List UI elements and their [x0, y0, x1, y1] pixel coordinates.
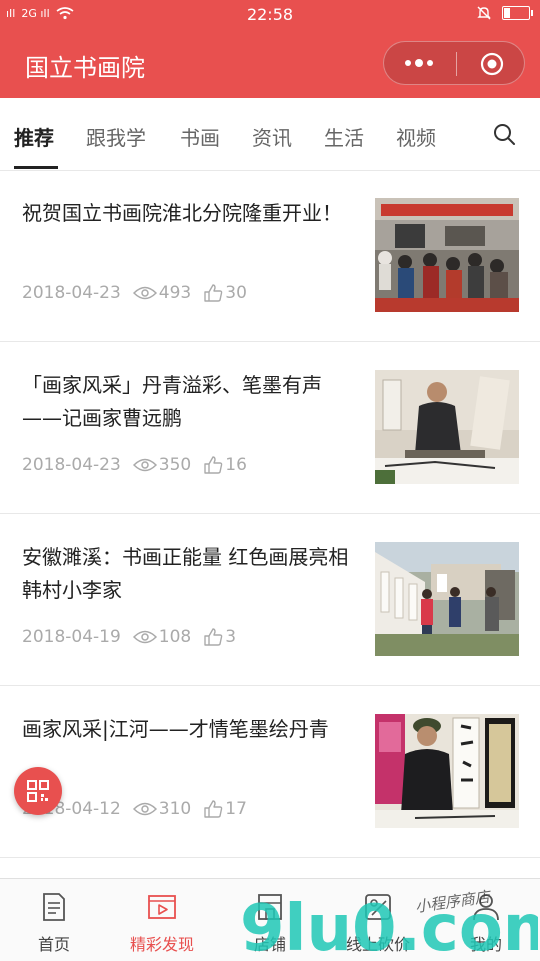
- tab-recommend[interactable]: 推荐: [14, 122, 54, 151]
- article-meta: 2018-04-19 108 3: [22, 627, 236, 647]
- eye-icon: [132, 802, 157, 816]
- like-count: 30: [225, 283, 247, 303]
- thumbs-up-icon: [204, 628, 223, 646]
- status-right: [476, 5, 533, 21]
- eye-icon: [132, 286, 157, 300]
- article-title: 祝贺国立书画院淮北分院隆重开业！: [22, 201, 342, 225]
- article-thumbnail: [375, 370, 519, 484]
- article-title: 「画家风采」丹青溢彩、笔墨有声——记画家曹远鹏: [22, 373, 322, 430]
- view-count: 310: [158, 799, 192, 819]
- battery-icon: [502, 6, 533, 20]
- status-time: 22:58: [246, 5, 294, 24]
- category-tabs: 推荐 跟我学 书画 资讯 生活 视频: [0, 98, 540, 171]
- tab-calligraphy-painting[interactable]: 书画: [180, 122, 220, 151]
- article-title: 画家风采|江河——才情笔墨绘丹青: [22, 717, 329, 741]
- article-item[interactable]: 安徽濉溪：书画正能量 红色画展亮相韩村小李家 2018-04-19 108 3: [0, 515, 540, 686]
- tab-video[interactable]: 视频: [396, 122, 436, 151]
- article-thumbnail: [375, 714, 519, 828]
- target-circle-icon[interactable]: [480, 52, 504, 76]
- mini-program-capsule: [383, 41, 525, 85]
- article-meta: 2018-04-23 493 30: [22, 283, 247, 303]
- status-bar: ıIl 2G ıIl 22:58: [0, 0, 540, 30]
- app-title: 国立书画院: [25, 54, 145, 82]
- article-thumbnail: [375, 198, 519, 312]
- like-count: 3: [225, 627, 237, 647]
- eye-icon: [132, 458, 157, 472]
- site-watermark-logo: 9lu0.com 小程序商店: [240, 887, 538, 960]
- thumbs-up-icon: [204, 456, 223, 474]
- thumbs-up-icon: [204, 800, 223, 818]
- nav-label: 首页: [37, 935, 70, 954]
- like-count: 17: [225, 799, 247, 819]
- app-header: ıIl 2G ıIl 22:58 国立书画院: [0, 0, 540, 98]
- search-icon[interactable]: [492, 122, 516, 146]
- article-date: 2018-04-23: [22, 455, 121, 475]
- video-icon: [148, 895, 176, 919]
- tab-life[interactable]: 生活: [324, 122, 364, 151]
- tab-news[interactable]: 资讯: [252, 122, 292, 151]
- view-count: 493: [158, 283, 192, 303]
- qr-code-button[interactable]: [14, 767, 62, 815]
- view-count: 108: [158, 627, 192, 647]
- article-date: 2018-04-19: [22, 627, 121, 647]
- article-thumbnail: [375, 542, 519, 656]
- mute-bell-icon: [477, 6, 491, 20]
- article-title: 安徽濉溪：书画正能量 红色画展亮相韩村小李家: [22, 545, 349, 602]
- eye-icon: [132, 630, 157, 644]
- tab-learn-with-me[interactable]: 跟我学: [86, 122, 146, 151]
- article-date: 2018-04-23: [22, 283, 121, 303]
- article-item[interactable]: 画家风采|江河——才情笔墨绘丹青 2018-04-12 310 17: [0, 687, 540, 858]
- nav-home[interactable]: 首页: [0, 879, 108, 961]
- qr-code-icon: [27, 780, 49, 802]
- document-icon: [43, 893, 65, 921]
- article-item[interactable]: 祝贺国立书画院淮北分院隆重开业！ 2018-04-23 493 30: [0, 171, 540, 342]
- more-dots-icon[interactable]: [402, 56, 436, 70]
- nav-discover[interactable]: 精彩发现: [108, 879, 216, 961]
- view-count: 350: [158, 455, 192, 475]
- like-count: 16: [225, 455, 247, 475]
- nav-label: 精彩发现: [129, 935, 194, 954]
- watermark-logo-text: 9lu0.com: [240, 892, 538, 960]
- thumbs-up-icon: [204, 284, 223, 302]
- active-tab-indicator: [14, 166, 58, 169]
- capsule-divider: [456, 52, 457, 76]
- article-meta: 2018-04-23 350 16: [22, 455, 247, 475]
- article-item[interactable]: 「画家风采」丹青溢彩、笔墨有声——记画家曹远鹏 2018-04-23 350 1…: [0, 343, 540, 514]
